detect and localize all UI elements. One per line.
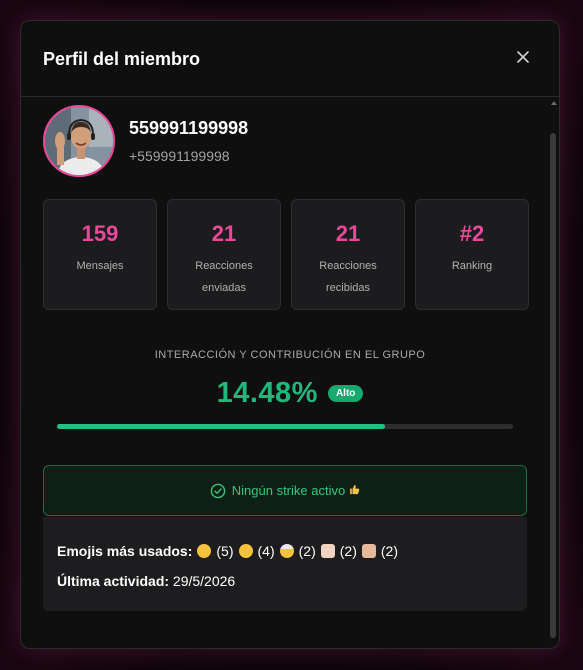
emoji-item: (5)	[197, 543, 234, 559]
top-emojis-line: Emojis más usados: (5) (4) (2) (2) (2)	[57, 543, 398, 559]
stat-value: 159	[81, 221, 119, 246]
thumbs-up-icon	[349, 484, 360, 498]
interaction-percentage: 14.48%	[216, 377, 318, 409]
check-circle-icon	[210, 483, 226, 498]
interaction-value-row: 14.48% Alto	[21, 377, 559, 413]
exploding-head-icon	[279, 544, 294, 558]
stat-value: 21	[335, 221, 361, 246]
last-activity-line: Última actividad: 29/5/2026	[57, 573, 235, 589]
strike-status-box: Ningún strike activo	[43, 465, 527, 516]
thumbs-up-light-skin-icon	[320, 544, 335, 558]
face-with-tears-of-joy-icon	[197, 544, 212, 558]
interaction-progress-fill	[57, 424, 386, 429]
member-info-box: Emojis más usados: (5) (4) (2) (2) (2) Última…	[43, 517, 527, 611]
stat-label: Reacciones recibidas	[319, 260, 377, 294]
avatar	[43, 105, 115, 177]
stat-card-reactions-sent: 21 Reacciones enviadas	[167, 199, 281, 310]
stat-label: Ranking	[451, 260, 493, 272]
last-activity-value: 29/5/2026	[172, 573, 236, 589]
stat-label: Reacciones enviadas	[195, 260, 253, 294]
emoji-count: (4)	[257, 543, 275, 559]
stat-value: 21	[211, 221, 237, 246]
last-activity-label: Última actividad:	[57, 573, 170, 589]
stat-value: #2	[459, 221, 485, 246]
emoji-item: (4)	[238, 543, 275, 559]
emoji-item: (2)	[361, 543, 399, 559]
member-profile-modal: Perfil del miembro 559991199998 +5599911…	[20, 20, 560, 649]
interaction-heading: INTERACCIÓN Y CONTRIBUCIÓN EN EL GRUPO	[154, 349, 426, 361]
emoji-item: (2)	[320, 543, 357, 559]
folded-hands-icon	[361, 544, 376, 558]
emoji-count: (2)	[298, 543, 316, 559]
level-badge: Alto	[327, 385, 364, 402]
strike-status-text: Ningún strike activo	[231, 483, 346, 499]
top-emojis-label: Emojis más usados:	[57, 543, 193, 559]
stat-label: Mensajes	[76, 260, 124, 272]
emoji-count: (5)	[216, 543, 234, 559]
stat-card-messages: 159 Mensajes	[43, 199, 157, 310]
scrollbar[interactable]	[549, 101, 559, 647]
modal-title: Perfil del miembro	[43, 49, 201, 69]
modal-header: Perfil del miembro	[21, 21, 559, 97]
close-button[interactable]	[515, 49, 531, 65]
scroll-up-arrow-icon[interactable]	[551, 101, 557, 105]
emoji-count: (2)	[380, 543, 399, 559]
stat-card-ranking: #2 Ranking	[415, 199, 529, 310]
thumbs-up-glyph-icon	[350, 484, 360, 494]
emoji-count: (2)	[339, 543, 357, 559]
interaction-progress-bar	[57, 424, 513, 429]
stat-card-reactions-received: 21 Reacciones recibidas	[291, 199, 405, 310]
member-phone: +559991199998	[129, 148, 230, 164]
close-icon	[517, 51, 529, 63]
user-photo-icon	[45, 107, 113, 175]
astonished-face-icon	[238, 544, 253, 558]
stats-grid: 159 Mensajes 21 Reacciones enviadas 21 R…	[43, 199, 529, 310]
emoji-item: (2)	[279, 543, 316, 559]
member-name: 559991199998	[129, 118, 249, 138]
